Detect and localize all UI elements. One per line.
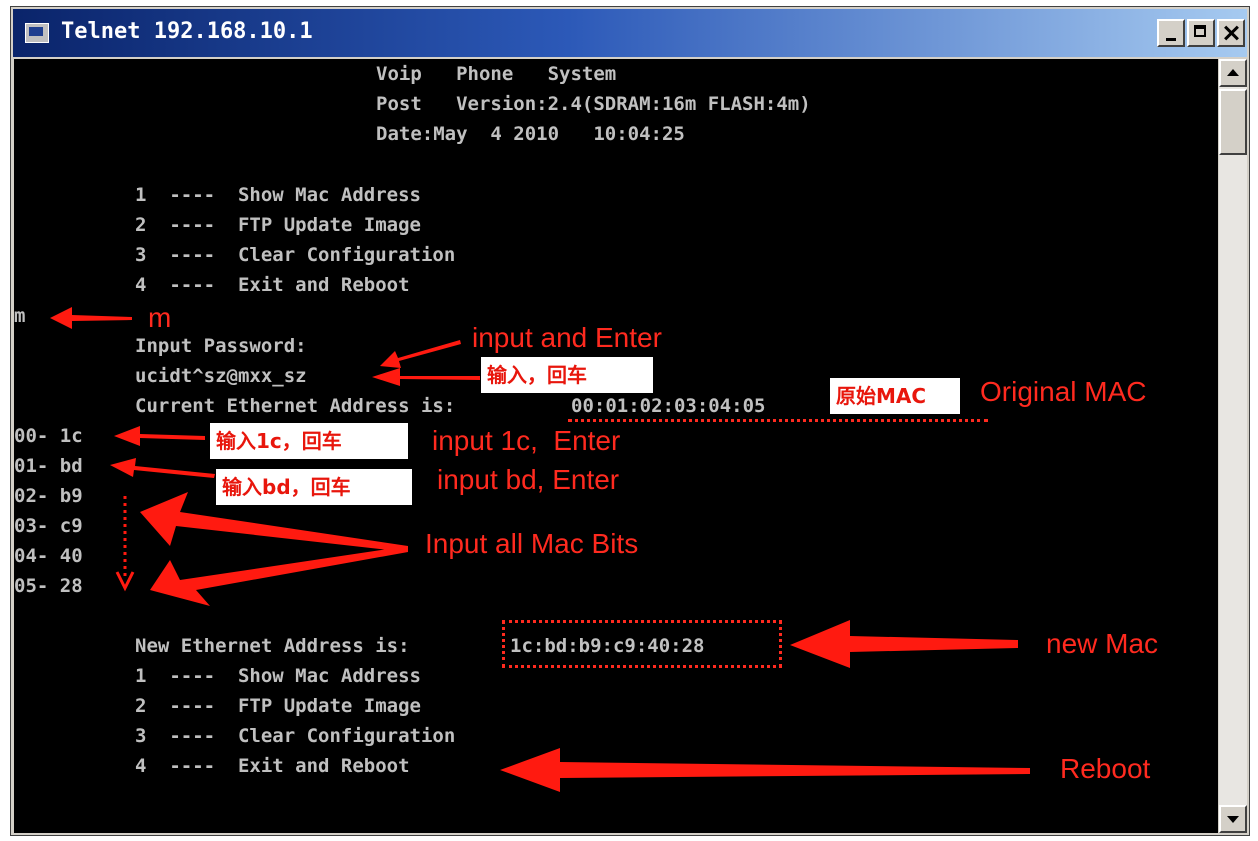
- annotation-input-enter: input and Enter: [472, 322, 662, 353]
- note-cn-input-bd: 输入bd，回车: [216, 469, 412, 505]
- arrow-password-value-icon: [372, 368, 480, 386]
- annotation-original-mac: Original MAC: [980, 376, 1147, 407]
- arrow-password-icon: [380, 340, 461, 368]
- note-cn-input-1c: 输入1c，回车: [210, 423, 408, 459]
- annotation-input-all: Input all Mac Bits: [425, 528, 639, 559]
- arrow-byte1-icon: [110, 458, 215, 478]
- annotation-reboot: Reboot: [1060, 753, 1151, 784]
- annotation-m: m: [148, 302, 172, 333]
- annotation-new-mac: new Mac: [1046, 628, 1159, 659]
- arrow-all-bits-lower-icon: [150, 546, 408, 606]
- arrow-new-mac-icon: [790, 620, 1018, 668]
- note-cn-original-mac: 原始MAC: [830, 378, 960, 414]
- annotation-input-bd: input bd, Enter: [437, 464, 620, 495]
- arrow-m-icon: [50, 307, 132, 329]
- arrow-reboot-icon: [500, 748, 1030, 792]
- annotation-input-1c: input 1c, Enter: [432, 425, 621, 456]
- note-cn-input-enter: 输入，回车: [481, 357, 653, 393]
- original-mac-underline: [568, 419, 988, 422]
- arrow-byte0-icon: [114, 426, 205, 446]
- new-mac-highlight-box: [502, 620, 782, 668]
